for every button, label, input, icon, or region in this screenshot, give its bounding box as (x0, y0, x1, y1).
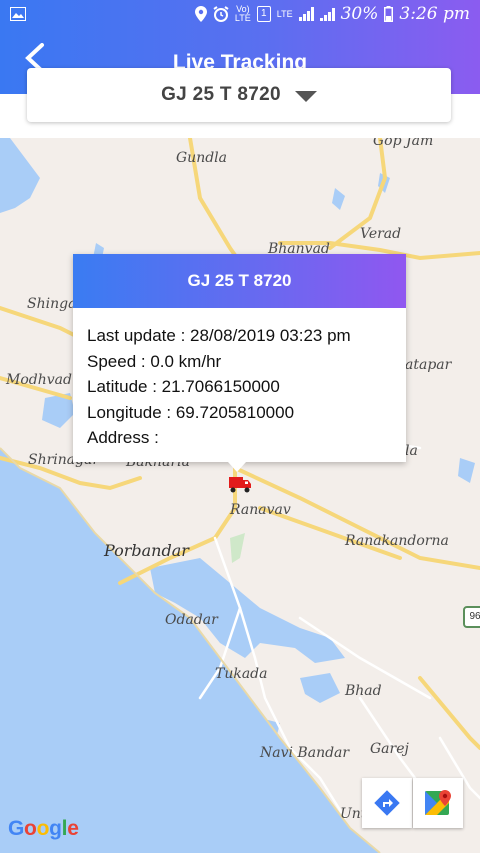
latitude-text: Latitude : 21.7066150000 (87, 377, 280, 396)
place-label: Gundla (176, 150, 228, 166)
longitude-text: Longitude : 69.7205810000 (87, 402, 295, 422)
speed-text: Speed : 0.0 km/hr (87, 351, 222, 371)
lte-indicator: LTE (276, 8, 293, 19)
directions-button[interactable] (362, 778, 412, 828)
google-logo: Google (8, 817, 79, 840)
place-label: Ranavav (230, 502, 291, 518)
place-label: Odadar (165, 612, 218, 628)
location-icon (194, 6, 207, 22)
info-window-pointer (228, 462, 246, 472)
place-label: Shinga (27, 296, 77, 312)
open-in-maps-button[interactable] (413, 778, 463, 828)
place-label: Gop Jam (373, 138, 434, 149)
signal-icon-2 (319, 7, 335, 21)
place-label: Ranakandorna (345, 533, 449, 549)
place-label: Tukada (215, 666, 268, 682)
alarm-icon (213, 6, 229, 22)
place-label: atapar (405, 357, 452, 373)
info-window-title: GJ 25 T 8720 (73, 254, 406, 308)
last-update-text: Last update : 28/08/2019 03:23 pm (87, 326, 351, 345)
google-maps-icon (425, 790, 451, 815)
place-label: Porbandar (104, 541, 189, 560)
place-label: Modhvad (6, 372, 72, 388)
clock: 3:26 pm (399, 4, 470, 24)
truck-marker-icon[interactable] (228, 474, 252, 494)
status-bar: Vo) LTE 1 LTE 30% 3:26 pm (0, 0, 480, 31)
sim-indicator: 1 (256, 6, 271, 22)
place-label: la (405, 443, 418, 459)
place-label: Verad (360, 226, 402, 242)
chevron-down-icon (294, 90, 317, 102)
place-label: Garej (370, 741, 409, 757)
volte-indicator: Vo) LTE (234, 4, 251, 23)
address-text: Address : (87, 428, 159, 447)
vehicle-dropdown-value: GJ 25 T 8720 (161, 84, 281, 105)
directions-icon (374, 790, 400, 816)
place-label: Bhad (345, 683, 382, 699)
map-view[interactable]: Gop Jam Gundla Verad Bhanvad Shinga Modh… (0, 138, 480, 853)
place-label: Navi Bandar (260, 745, 350, 761)
vehicle-info-window[interactable]: GJ 25 T 8720 Last update : 28/08/2019 03… (73, 254, 406, 462)
gallery-icon (10, 7, 26, 21)
highway-shield: 96 (463, 606, 480, 628)
vehicle-dropdown[interactable]: GJ 25 T 8720 (27, 68, 451, 122)
signal-icon (298, 7, 314, 21)
battery-percentage: 30% (340, 4, 379, 24)
battery-icon (384, 6, 394, 22)
